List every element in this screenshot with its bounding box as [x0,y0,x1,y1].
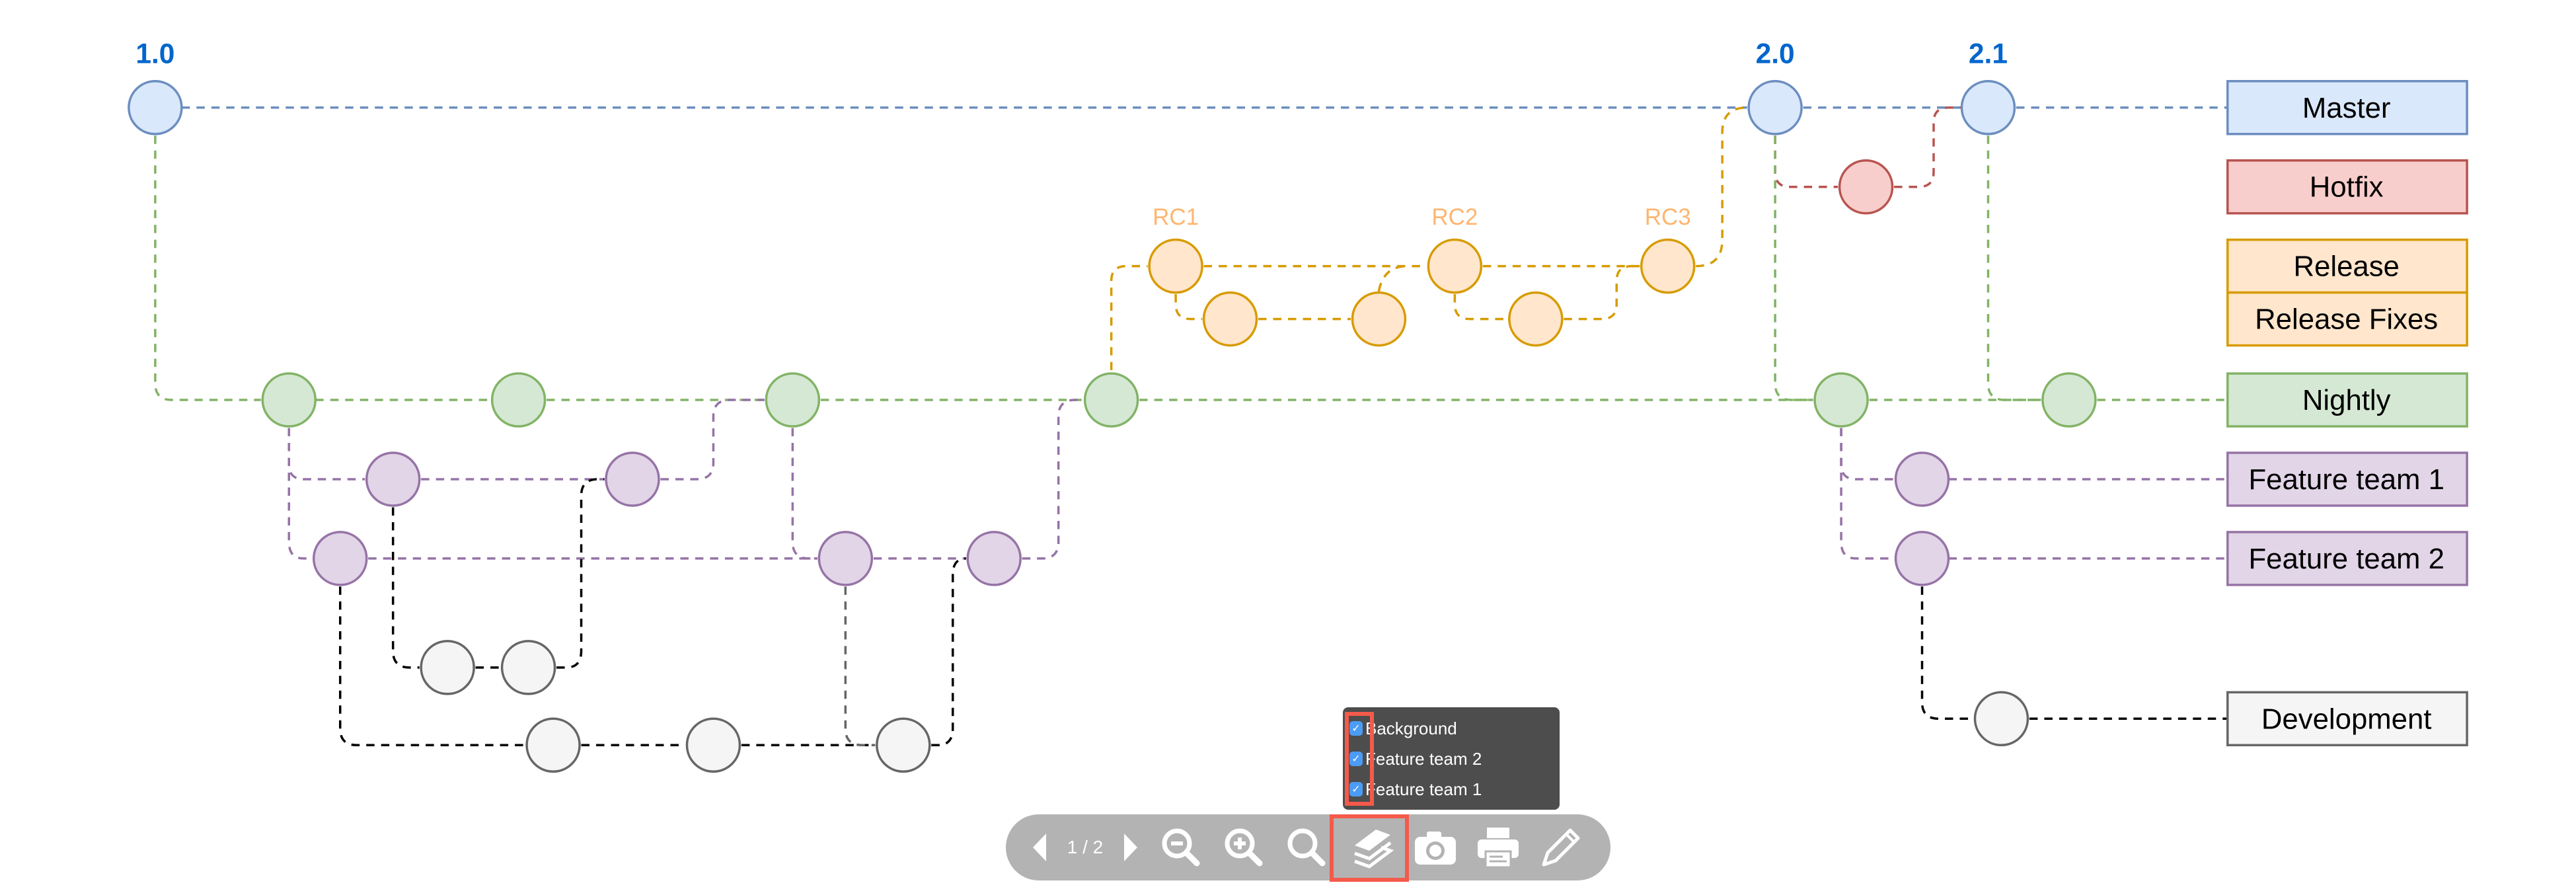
hotfix-commit[interactable] [1838,159,1894,215]
development-commit[interactable] [420,640,475,695]
master-commit-1-0[interactable] [128,80,183,136]
screenshot-button[interactable] [1409,814,1462,880]
release-fix-commit[interactable] [1351,291,1407,347]
release-commit-rc2[interactable] [1427,238,1483,294]
legend-hotfix-label: Hotfix [2310,171,2384,204]
zoom-in-button[interactable] [1217,814,1270,880]
nightly-from-2-1 [1987,136,2041,401]
edit-button[interactable] [1534,814,1587,880]
development-commit[interactable] [500,640,556,695]
legend-nightly-label: Nightly [2302,384,2391,416]
version-label-2-0: 2.0 [1756,38,1795,69]
nightly-commit[interactable] [490,372,547,428]
viewer-toolbar: 1 / 2 [1006,814,1610,880]
release-fix-commit[interactable] [1202,291,1258,347]
legend-master-label: Master [2302,92,2391,124]
release-fix-commit[interactable] [1508,291,1564,347]
legend-release-fixes-label: Release Fixes [2255,303,2438,336]
feature2-commit[interactable] [966,531,1022,586]
layer-label: Feature team 1 [1365,779,1482,799]
nightly-from-2-0 [1774,136,1813,401]
legend-feature-team-1-label: Feature team 1 [2248,463,2444,496]
development-from-feature2 [844,586,876,747]
legend-release-label: Release [2293,251,2399,283]
zoom-in-icon [1225,828,1263,867]
layer-label: Feature team 2 [1365,748,1482,769]
zoom-out-button[interactable] [1155,814,1207,880]
nightly-commit[interactable] [2041,372,2097,428]
release-commit-rc1[interactable] [1148,238,1203,294]
development-commit[interactable] [525,717,581,773]
layers-popup: ✓ Background ✓ Feature team 2 ✓ Feature … [1343,707,1560,810]
magnifier-icon [1287,828,1326,867]
layers-button-highlight [1330,814,1409,882]
master-commit-2-0[interactable] [1747,80,1803,136]
nightly-commit[interactable] [1083,372,1139,428]
rc-label-2: RC2 [1431,204,1478,230]
feature1-commit[interactable] [1894,451,1950,507]
checkbox-column-highlight [1345,712,1374,806]
rc-label-1: RC1 [1153,204,1199,230]
feature2-commit[interactable] [1894,531,1950,586]
development-right-line [1920,586,2228,720]
development-commit[interactable] [685,717,741,773]
page-indicator: 1 / 2 [1067,837,1104,857]
master-commit-2-1[interactable] [1960,80,2016,136]
previous-page-button[interactable] [1026,814,1052,880]
layer-label: Background [1365,718,1457,738]
nightly-commit[interactable] [1813,372,1869,428]
release-commit-rc3[interactable] [1640,238,1696,294]
triangle-left-icon [1033,834,1046,861]
feature2-commit[interactable] [817,531,874,586]
development-line-a [391,478,605,669]
version-label-1-0: 1.0 [135,38,174,69]
legend-development-label: Development [2261,703,2432,735]
feature1-commit[interactable] [605,451,660,507]
print-button[interactable] [1472,814,1525,880]
development-commit[interactable] [1973,691,2029,747]
printer-icon [1478,828,1519,869]
nightly-commit[interactable] [261,372,317,428]
feature1-commit[interactable] [365,451,421,507]
version-label-2-1: 2.1 [1969,38,2008,69]
gitflow-diagram: 1.0 2.0 2.1 RC1 RC2 RC3 Master Hotfix Re… [128,38,2468,773]
zoom-out-icon [1162,828,1200,867]
legend-feature-team-2-label: Feature team 2 [2248,543,2444,575]
feature2-commit[interactable] [313,531,368,586]
pencil-icon [1542,828,1580,867]
feature2-from-nightly [791,428,817,560]
camera-icon [1415,832,1456,865]
nightly-commit[interactable] [765,372,821,428]
rc-label-3: RC3 [1645,204,1691,230]
next-page-button[interactable] [1118,814,1145,880]
development-commit[interactable] [876,717,931,773]
zoom-fit-button[interactable] [1280,814,1333,880]
triangle-right-icon [1124,834,1137,861]
